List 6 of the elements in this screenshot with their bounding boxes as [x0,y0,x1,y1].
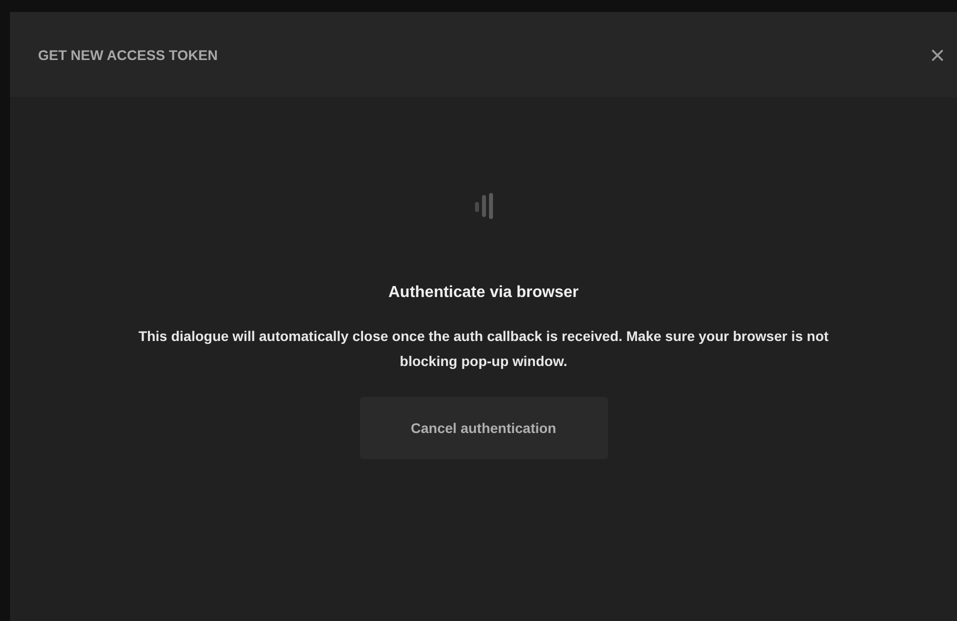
cancel-button[interactable]: Cancel authentication [360,397,608,459]
dialog-title: GET NEW ACCESS TOKEN [38,46,218,62]
dialog-heading: Authenticate via browser [388,284,579,302]
loading-icon [474,192,494,220]
close-button[interactable]: × [922,42,953,68]
dialog-message: This dialogue will automatically close once the auth callback is received. Make sure your browser is not blocking pop-up window. [137,327,830,371]
